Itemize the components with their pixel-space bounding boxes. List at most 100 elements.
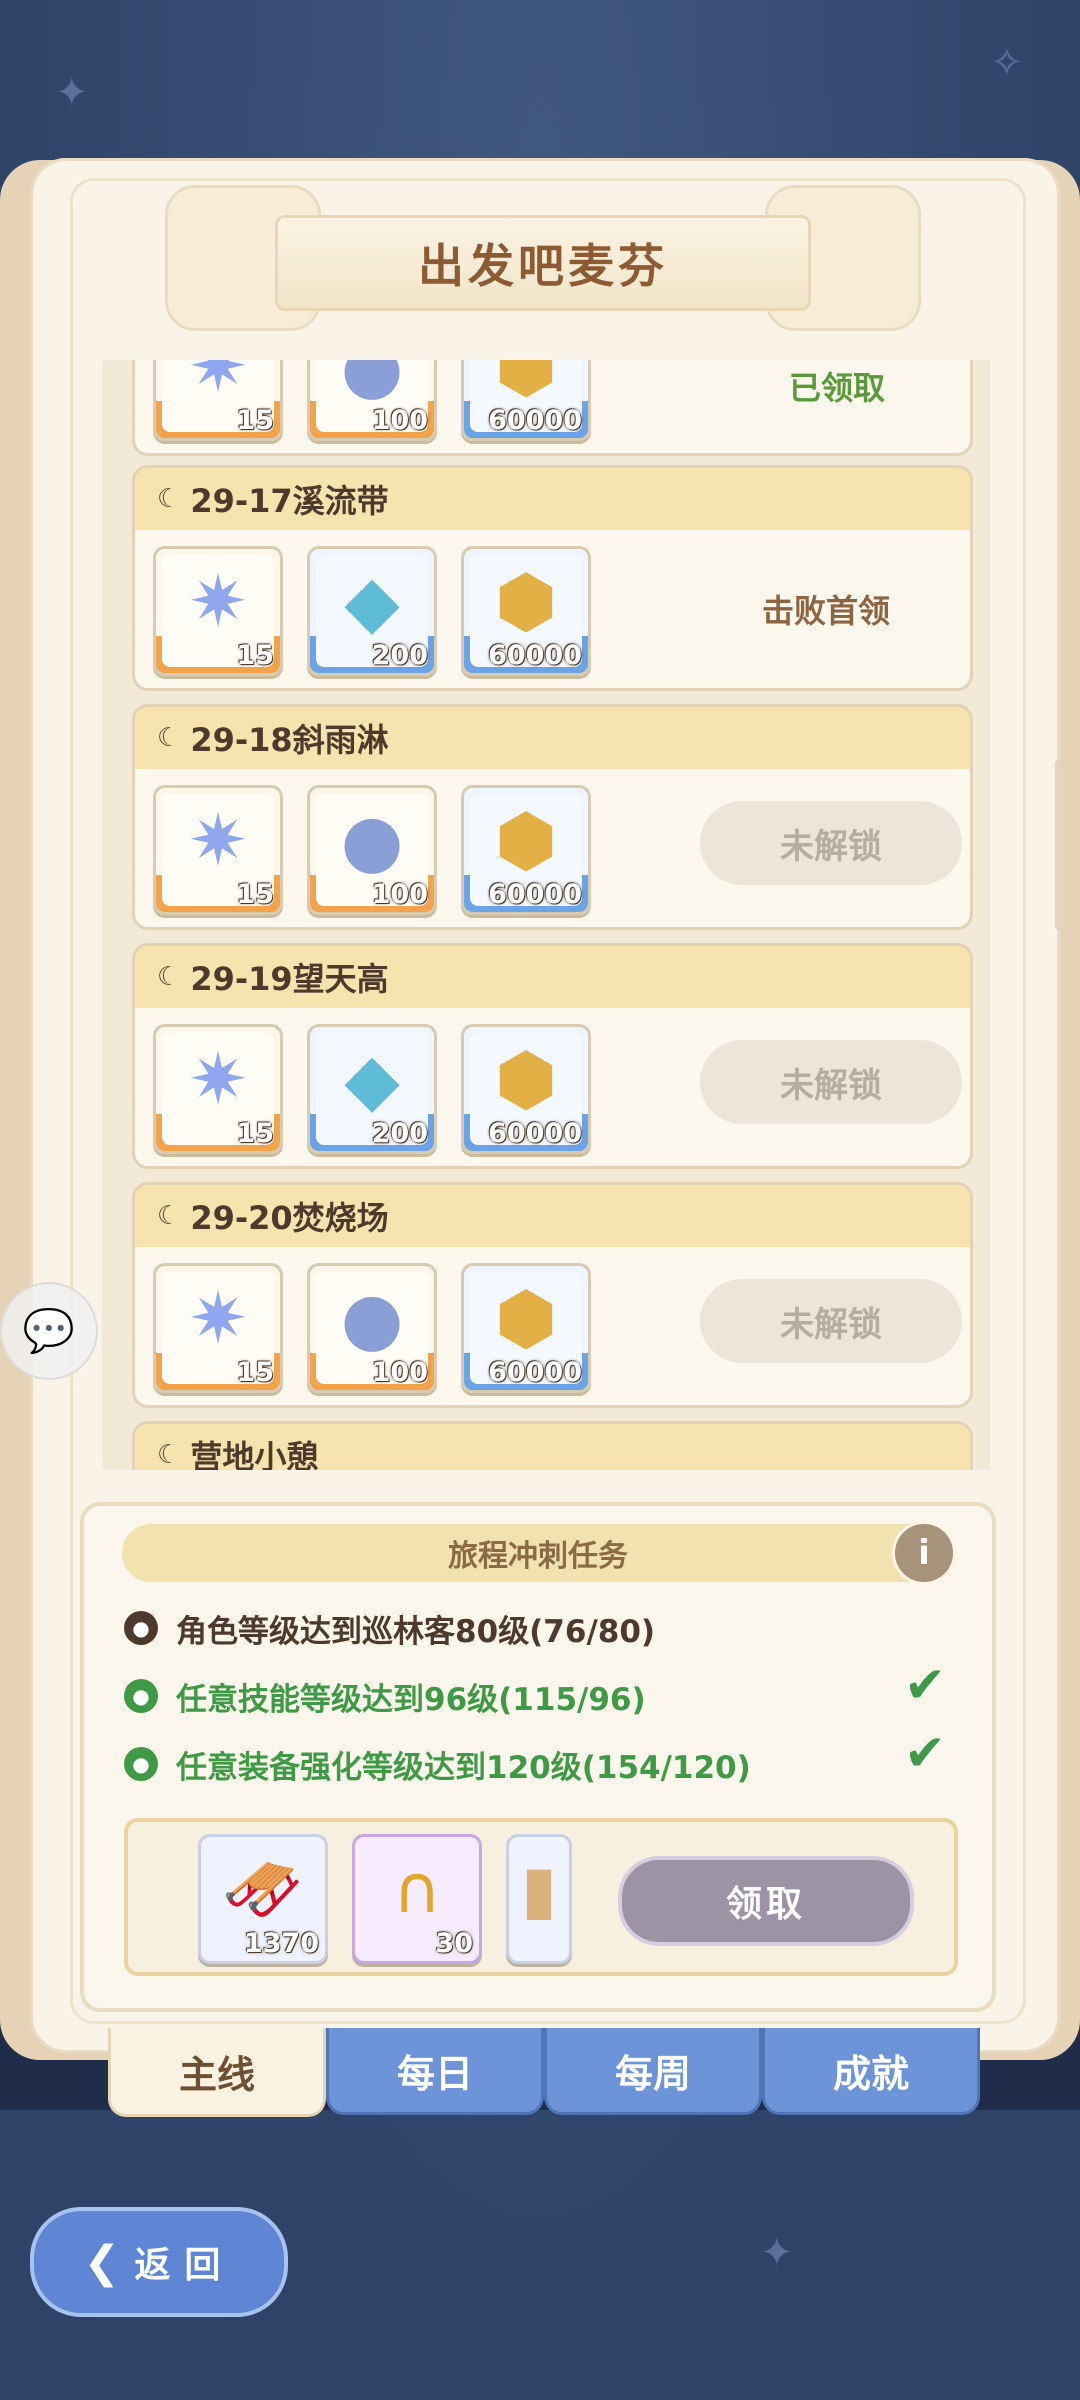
horseshoe-icon: ∩ [392,1851,442,1928]
task-row: ● 任意技能等级达到96级(115/96) [124,1666,646,1726]
tab-2[interactable]: 每周 [544,2028,762,2115]
star-decoration-icon: ✦ [760,2230,794,2276]
title-banner: 出发吧麦芬 [275,215,811,311]
reward-item[interactable]: ✷ 15 [153,785,283,915]
task-reward-item[interactable]: 🛷 1370 [198,1834,328,1964]
chat-button[interactable]: 💬 [0,1282,98,1380]
blue-crystal-icon: ◆ [344,1037,400,1121]
stage-header: ☾ 营地小憩 [135,1424,970,1470]
stage-card: ☾ 29-19望天高 ✷ 15 ◆ 200 ⬢ 60000 未解锁 [132,943,973,1169]
reward-quantity: 15 [236,1118,274,1149]
stage-card: ☾ 营地小憩 [132,1421,973,1470]
card-icon: ▮ [520,1851,558,1928]
task-bullet-icon: ● [124,1747,158,1781]
gold-coin-icon: ⬢ [494,1276,558,1360]
task-reward-item[interactable]: ▮ [506,1834,572,1964]
stage-card: ☾✷15●100⬢60000已领取 [132,360,973,456]
gold-coin-icon: ⬢ [494,798,558,882]
reward-quantity: 15 [236,879,274,910]
task-bullet-icon: ● [124,1611,158,1645]
stage-name: 29-18斜雨淋 [190,721,389,759]
stage-card: ☾ 29-20焚烧场 ✷ 15 ● 100 ⬢ 60000 未解锁 [132,1182,973,1408]
reward-item[interactable]: ✷ 15 [153,1263,283,1393]
task-text: 任意技能等级达到96级(115/96) [176,1681,646,1718]
reward-item[interactable]: ⬢ 60000 [461,1024,591,1154]
stage-card: ☾ 29-17溪流带 ✷ 15 ◆ 200 ⬢ 60000 击败首领 [132,465,973,691]
reward-quantity: 15 [236,1357,274,1388]
reward-quantity: 100 [371,1357,428,1388]
star-crystal-icon: ✷ [187,360,249,408]
task-row: ● 任意装备强化等级达到120级(154/120) [124,1734,751,1794]
reward-quantity: 30 [435,1928,473,1959]
task-text: 任意装备强化等级达到120级(154/120) [176,1749,751,1786]
star-decoration-icon: ✧ [990,40,1024,86]
reward-quantity: 200 [371,1118,428,1149]
reward-item[interactable]: ⬢ 60000 [461,1263,591,1393]
reward-quantity: 60000 [488,1118,582,1149]
locked-button[interactable]: 未解锁 [700,1040,962,1124]
reward-item[interactable]: ⬢ 60000 [461,360,591,441]
stage-name: 29-19望天高 [190,960,389,998]
reward-item[interactable]: ⬢ 60000 [461,785,591,915]
saddle-icon: 🛷 [221,1851,305,1928]
stage-name: 29-17溪流带 [190,482,389,520]
tab-0[interactable]: 主线 [108,2028,326,2117]
blue-crystal-icon: ◆ [344,559,400,643]
reward-quantity: 60000 [488,640,582,671]
gold-coin-icon: ⬢ [494,1037,558,1121]
stage-moon-icon: ☾ [157,484,181,514]
reward-item[interactable]: ◆ 200 [307,546,437,676]
stage-card: ☾ 29-18斜雨淋 ✷ 15 ● 100 ⬢ 60000 未解锁 [132,704,973,930]
info-button[interactable]: i [892,1521,956,1585]
stage-header: ☾ 29-17溪流带 [135,468,970,530]
gold-coin-icon: ⬢ [494,360,558,408]
back-button[interactable]: ❮ 返回 [30,2207,288,2317]
star-decoration-icon: ✦ [55,70,89,116]
stage-status-text: 击败首领 [761,592,890,630]
checkmark-icon: ✔ [904,1724,946,1782]
bottom-tab-bar: 主线 每日 每周 成就 [108,2028,980,2117]
tab-1[interactable]: 每日 [326,2028,544,2115]
task-bullet-icon: ● [124,1679,158,1713]
reward-item[interactable]: ✷ 15 [153,360,283,441]
sprint-task-panel: 旅程冲刺任务 i ● 角色等级达到巡林客80级(76/80) ● 任意技能等级达到96… [80,1502,996,2012]
info-icon: i [918,1533,930,1573]
task-panel-title: 旅程冲刺任务 [448,1539,628,1574]
reward-item[interactable]: ● 100 [307,785,437,915]
stage-name: 营地小憩 [190,1438,319,1470]
reward-quantity: 15 [236,405,274,436]
claim-button[interactable]: 领取 [618,1856,914,1946]
reward-item[interactable]: ⬢ 60000 [461,546,591,676]
locked-button[interactable]: 未解锁 [700,1279,962,1363]
reward-item[interactable]: ● 100 [307,360,437,441]
stage-reward-list[interactable]: ☾✷15●100⬢60000已领取☾29-17溪流带✷15◆200⬢60000击… [102,360,990,1470]
locked-button[interactable]: 未解锁 [700,801,962,885]
reward-quantity: 100 [371,879,428,910]
page-title: 出发吧麦芬 [418,239,668,293]
task-reward-box: 🛷 1370 ∩ 30 ▮ 领取 [124,1818,958,1976]
reward-quantity: 60000 [488,879,582,910]
star-crystal-icon: ✷ [187,798,249,882]
task-reward-item[interactable]: ∩ 30 [352,1834,482,1964]
back-label: 返回 [134,2245,235,2286]
scrollbar[interactable] [1055,760,1061,930]
reward-quantity: 60000 [488,405,582,436]
stage-moon-icon: ☾ [157,723,181,753]
orb-icon: ● [340,798,404,882]
reward-quantity: 15 [236,640,274,671]
stage-header: ☾ 29-19望天高 [135,946,970,1008]
reward-item[interactable]: ◆ 200 [307,1024,437,1154]
stage-header: ☾ 29-20焚烧场 [135,1185,970,1247]
star-crystal-icon: ✷ [187,1276,249,1360]
tab-3[interactable]: 成就 [762,2028,980,2115]
gold-coin-icon: ⬢ [494,559,558,643]
task-row: ● 角色等级达到巡林客80级(76/80) [124,1598,655,1658]
back-arrow-icon: ❮ [83,2236,121,2288]
star-crystal-icon: ✷ [187,1037,249,1121]
reward-item[interactable]: ● 100 [307,1263,437,1393]
claimed-status: 已领取 [788,369,885,407]
stage-moon-icon: ☾ [157,1440,181,1470]
reward-item[interactable]: ✷ 15 [153,546,283,676]
task-text: 角色等级达到巡林客80级(76/80) [176,1613,656,1650]
reward-item[interactable]: ✷ 15 [153,1024,283,1154]
